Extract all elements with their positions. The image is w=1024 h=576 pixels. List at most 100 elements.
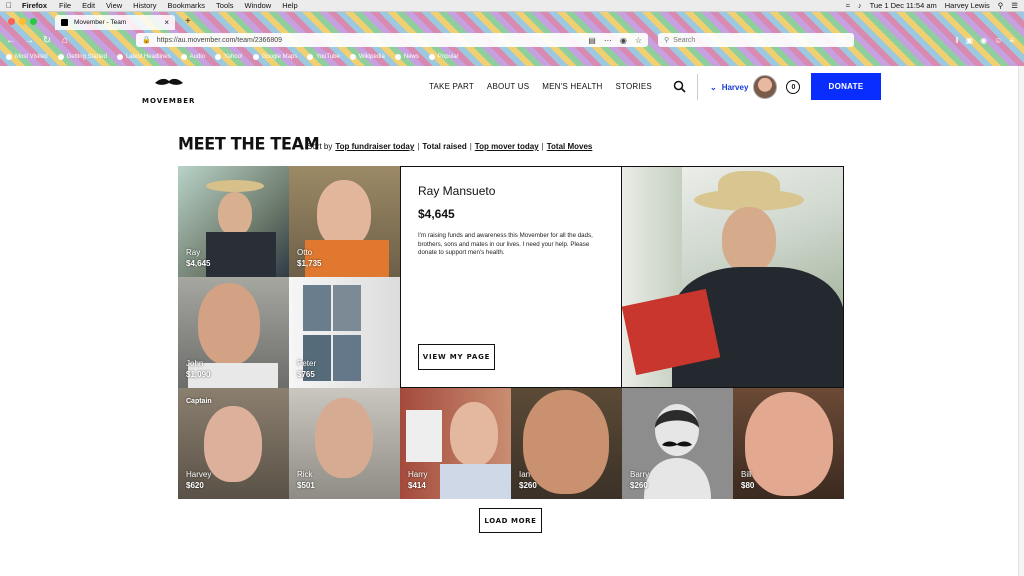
bookmark-item[interactable]: Wikipedia [349,54,385,60]
member-tile-bill[interactable]: Bill $80 [733,388,844,499]
chevron-down-icon: ⌄ [710,82,717,92]
menubar-app-name[interactable]: Firefox [22,1,47,10]
bookmark-item[interactable]: Audio [180,54,205,60]
bookmarks-toolbar: Most Visited Getting Started Latest Head… [0,50,1024,64]
member-photo [303,285,331,331]
sort-total-moves[interactable]: Total Moves [547,142,593,151]
close-tab-icon[interactable]: × [164,18,169,27]
account-icon[interactable]: ☺ [994,36,1002,45]
wifi-icon[interactable]: ≈ [846,1,850,10]
home-icon[interactable]: ⌂ [58,33,72,47]
bookmark-item[interactable]: Yahoo! [215,54,243,60]
library-icon[interactable]: ‖ [955,36,958,45]
menu-help[interactable]: Help [282,1,297,10]
menubar-clock[interactable]: Tue 1 Dec 11:54 am [870,1,937,10]
site-search-icon[interactable] [673,80,686,93]
nav-about-us[interactable]: ABOUT US [487,82,529,91]
team-grid: Ray $4,645 Otto $1,735 Ray Mansueto $4,645… [178,166,844,499]
view-my-page-button[interactable]: VIEW MY PAGE [418,344,495,370]
member-tile-harry[interactable]: Harry $414 [400,388,511,499]
bookmark-label: Audio [189,54,205,60]
member-name: Rick [297,470,313,479]
member-amount: $80 [741,481,755,490]
google-maps-icon [252,54,259,60]
user-name: Harvey [721,82,749,92]
sidebar-icon[interactable]: ▣ [966,36,974,45]
member-amount: $1,090 [186,370,211,379]
nav-stories[interactable]: STORIES [616,82,652,91]
member-amount: $4,645 [186,259,211,268]
forward-icon[interactable]: → [22,33,36,47]
menubar-user[interactable]: Harvey Lewis [945,1,990,10]
page-scrollbar[interactable] [1018,66,1024,576]
load-more-button[interactable]: LOAD MORE [479,508,542,533]
member-tile-rick[interactable]: Rick $501 [289,388,400,499]
new-tab-icon[interactable]: + [185,16,191,27]
member-name: Ray [186,248,201,257]
control-center-icon[interactable]: ☰ [1011,1,1018,10]
tab-active[interactable]: Movember - Team × [55,15,175,30]
member-tile-harvey[interactable]: Captain Harvey $620 [178,388,289,499]
user-menu[interactable]: ⌄ Harvey 0 [710,75,801,99]
bookmark-item[interactable]: Popular [428,54,459,60]
volume-icon[interactable]: ♪ [858,1,862,10]
search-placeholder: Search [673,36,696,44]
bookmark-item[interactable]: News [394,54,419,60]
movember-logo[interactable]: MOVEMBER [142,78,195,107]
gear-icon [6,54,12,60]
menu-icon[interactable]: ≡ [1009,36,1014,45]
back-icon[interactable]: ← [4,33,18,47]
member-tile-barry[interactable]: Barry $260 [622,388,733,499]
member-tile-ray[interactable]: Ray $4,645 [178,166,289,277]
member-name: John [186,359,204,368]
member-photo [450,402,498,466]
bookmark-item[interactable]: Most Visited [6,54,48,60]
apple-icon[interactable]:  [6,1,12,10]
bookmark-item[interactable]: Getting Started [57,54,107,60]
menu-file[interactable]: File [59,1,71,10]
member-tile-peter[interactable]: Peter $765 [289,277,400,388]
member-name: Barry [630,470,650,479]
sort-top-mover-today[interactable]: Top mover today [475,142,539,151]
minimize-window-icon[interactable] [19,17,26,25]
nav-take-part[interactable]: TAKE PART [429,82,474,91]
cart-count-badge[interactable]: 0 [786,80,801,94]
page-actions-icon[interactable]: ⋯ [604,36,612,45]
member-tile-john[interactable]: John $1,090 [178,277,289,388]
close-window-icon[interactable] [8,17,15,25]
member-tile-otto[interactable]: Otto $1,735 [289,166,400,277]
zoom-window-icon[interactable] [30,17,37,25]
bookmark-item[interactable]: Latest Headlines [116,54,171,60]
address-bar[interactable]: 🔒 https://au.movember.com/team/2366809 ▤… [136,33,648,47]
donate-button[interactable]: DONATE [811,73,881,100]
menu-bookmarks[interactable]: Bookmarks [168,1,206,10]
menu-history[interactable]: History [133,1,156,10]
reload-icon[interactable]: ↻ [40,33,54,47]
bookmark-item[interactable]: YouTube [307,54,340,60]
member-name: Bill [741,470,752,479]
sort-top-fundraiser-today[interactable]: Top fundraiser today [335,142,414,151]
menu-window[interactable]: Window [245,1,272,10]
moustache-icon [154,78,183,85]
nav-mens-health[interactable]: MEN'S HEALTH [542,82,602,91]
search-input[interactable]: ⚲ Search [658,33,854,47]
menu-view[interactable]: View [106,1,122,10]
reader-view-icon[interactable]: ▤ [588,36,596,45]
bookmark-star-icon[interactable]: ☆ [635,36,642,45]
extension-icon[interactable]: ◉ [980,36,987,45]
lock-icon[interactable]: 🔒 [142,36,151,44]
sort-total-raised[interactable]: Total raised [422,142,466,151]
spotlight-icon[interactable]: ⚲ [998,1,1004,10]
member-tile-ian[interactable]: Ian $260 [511,388,622,499]
bookmark-label: YouTube [316,54,340,60]
bookmark-label: Google Maps [261,54,298,60]
member-photo [745,392,833,496]
menu-tools[interactable]: Tools [216,1,234,10]
avatar [753,75,778,99]
menu-edit[interactable]: Edit [82,1,95,10]
bookmark-label: Getting Started [66,54,107,60]
bookmark-item[interactable]: Google Maps [252,54,298,60]
pocket-icon[interactable]: ◉ [620,36,627,45]
member-photo [204,406,262,482]
member-amount: $501 [297,481,315,490]
